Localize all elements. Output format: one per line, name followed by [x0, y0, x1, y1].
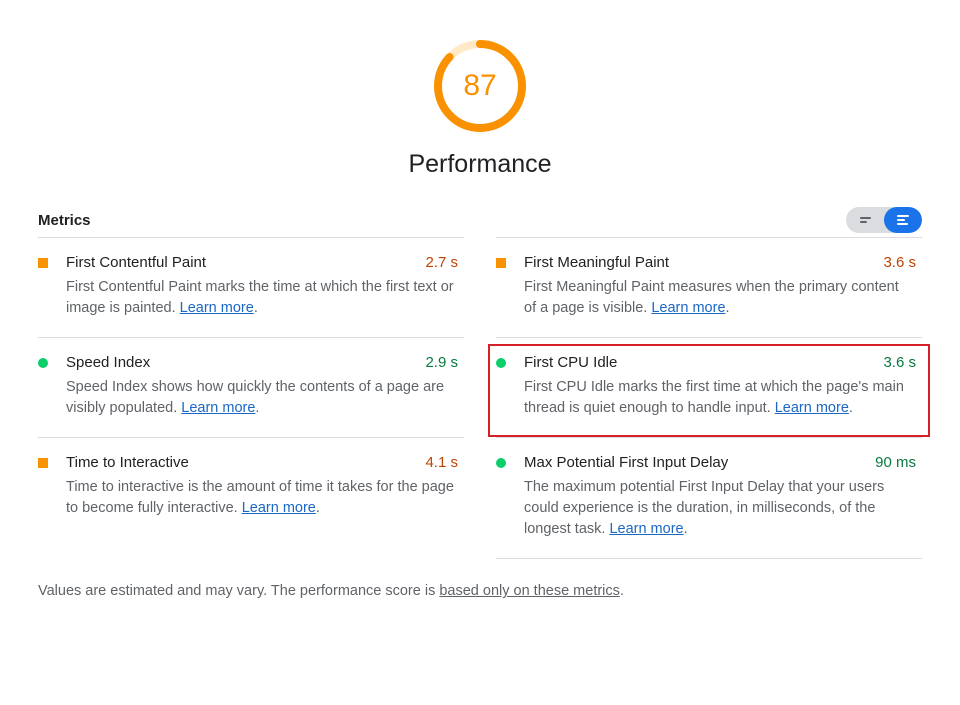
metric-value: 2.9 s [425, 354, 458, 371]
metric-row: First CPU Idle First CPU Idle marks the f… [496, 337, 922, 437]
metric-row: First Meaningful Paint First Meaningful P… [496, 237, 922, 337]
metric-description: First Contentful Paint marks the time at… [66, 277, 456, 319]
status-avg-icon [496, 258, 506, 268]
status-avg-icon [38, 258, 48, 268]
metric-value: 2.7 s [425, 254, 458, 271]
metric-title: First Contentful Paint [66, 254, 456, 271]
status-pass-icon [496, 358, 506, 368]
learn-more-link[interactable]: Learn more [775, 400, 849, 416]
metric-description: First Meaningful Paint measures when the… [524, 277, 914, 319]
metric-title: Max Potential First Input Delay [524, 454, 914, 471]
footnote: Values are estimated and may vary. The p… [38, 583, 922, 599]
metric-description: Time to interactive is the amount of tim… [66, 477, 456, 519]
metric-title: Time to Interactive [66, 454, 456, 471]
metric-row: First Contentful Paint First Contentful P… [38, 237, 464, 337]
status-pass-icon [38, 358, 48, 368]
metric-description: Speed Index shows how quickly the conten… [66, 377, 456, 419]
metric-row: Speed Index Speed Index shows how quickly… [38, 337, 464, 437]
metric-value: 3.6 s [883, 254, 916, 271]
performance-score-gauge: 87 [432, 38, 528, 134]
metric-row: Time to Interactive Time to interactive i… [38, 437, 464, 537]
view-toggle-compact[interactable] [846, 207, 884, 233]
view-toggle-expanded[interactable] [884, 207, 922, 233]
compact-view-icon [860, 216, 871, 225]
metric-title: Speed Index [66, 354, 456, 371]
learn-more-link[interactable]: Learn more [609, 521, 683, 537]
metric-value: 90 ms [875, 454, 916, 471]
metrics-heading: Metrics [38, 212, 91, 229]
performance-score-value: 87 [432, 38, 528, 134]
learn-more-link[interactable]: Learn more [180, 300, 254, 316]
footnote-link[interactable]: based only on these metrics [439, 583, 620, 599]
metric-row: Max Potential First Input Delay The maxim… [496, 437, 922, 559]
metric-description: The maximum potential First Input Delay … [524, 477, 914, 540]
learn-more-link[interactable]: Learn more [242, 500, 316, 516]
metric-value: 4.1 s [425, 454, 458, 471]
learn-more-link[interactable]: Learn more [181, 400, 255, 416]
view-toggle [846, 207, 922, 233]
metric-title: First Meaningful Paint [524, 254, 914, 271]
metric-description: First CPU Idle marks the first time at w… [524, 377, 914, 419]
expanded-view-icon [897, 213, 909, 226]
gauge-label: Performance [408, 150, 551, 179]
metric-value: 3.6 s [883, 354, 916, 371]
status-pass-icon [496, 458, 506, 468]
metric-title: First CPU Idle [524, 354, 914, 371]
status-avg-icon [38, 458, 48, 468]
learn-more-link[interactable]: Learn more [651, 300, 725, 316]
